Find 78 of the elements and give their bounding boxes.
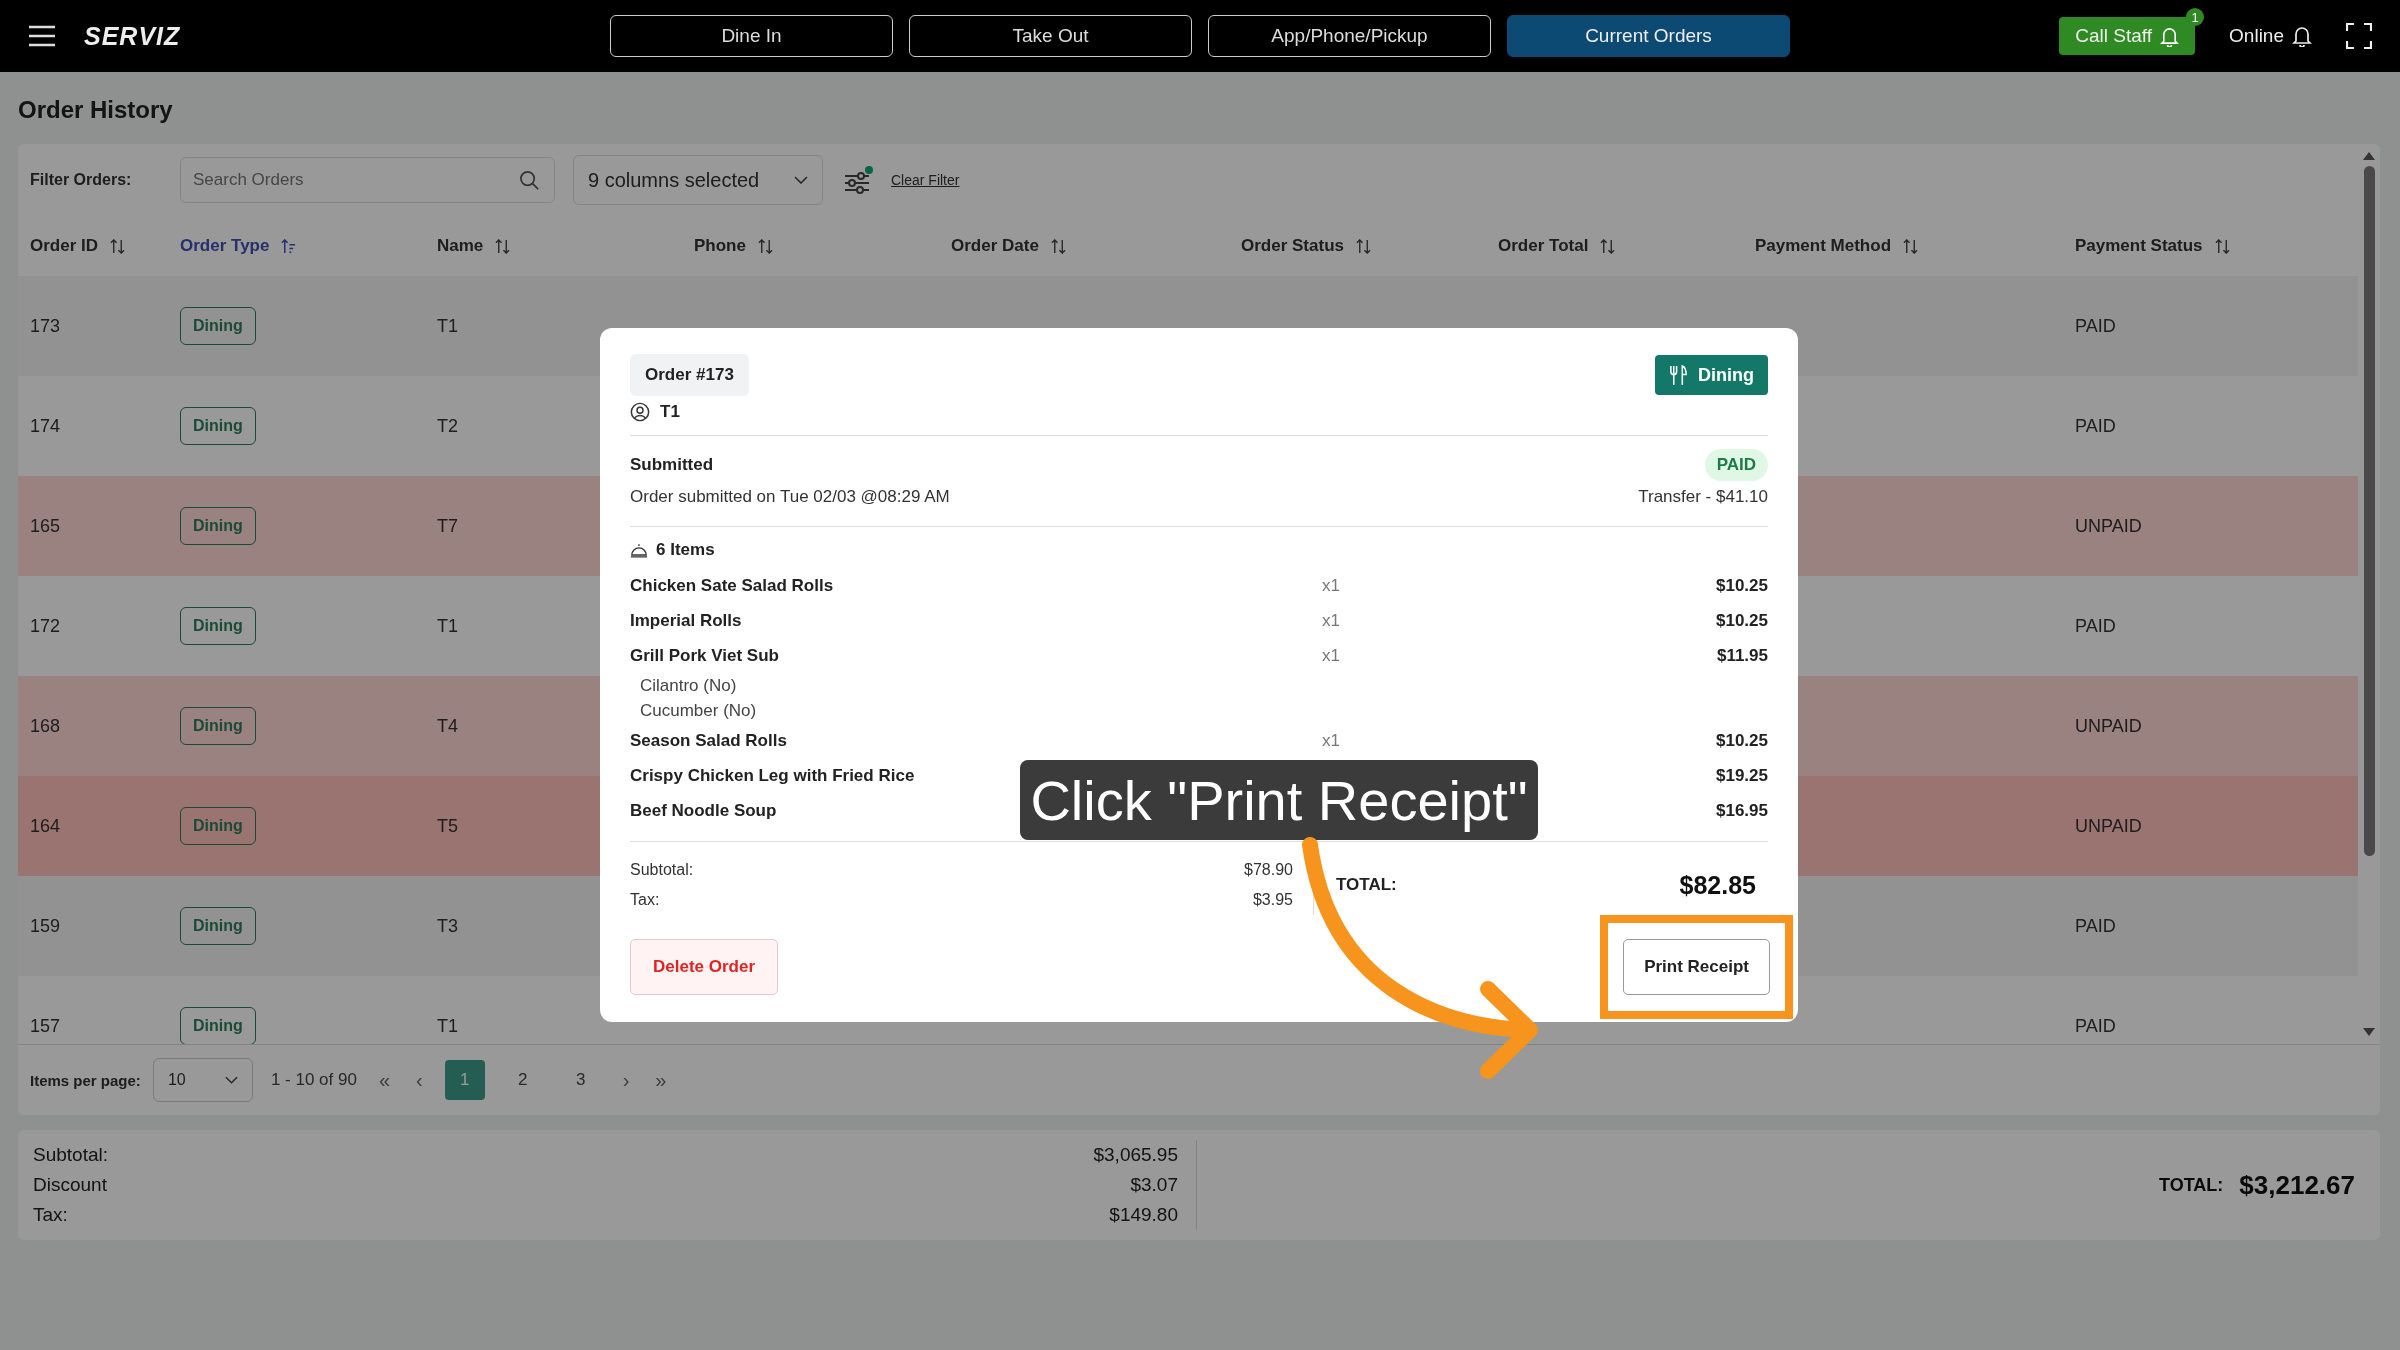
online-status: Online (2229, 25, 2284, 47)
table-cell: 168 (30, 715, 61, 737)
item-price: $10.25 (1716, 611, 1768, 630)
item-quantity: x1 (1322, 611, 1340, 630)
order-type-tag: Dining (180, 607, 256, 645)
table-cell: T3 (437, 915, 458, 937)
table-cell: T4 (437, 715, 458, 737)
order-type-tag: Dining (180, 507, 256, 545)
table-cell: T1 (437, 315, 458, 337)
logo: SERVIZ (84, 21, 181, 51)
table-cell: 172 (30, 615, 61, 637)
order-state: Submitted (630, 454, 714, 476)
table-cell: UNPAID (2075, 815, 2142, 837)
table-cell: PAID (2075, 1015, 2116, 1037)
filter-label: Filter Orders: (30, 171, 133, 189)
notification-badge: 1 (2186, 8, 2205, 26)
instruction-callout: Click "Print Receipt" (1020, 760, 1538, 840)
item-price: $19.25 (1716, 766, 1768, 785)
order-type-tag: Dining (180, 407, 256, 445)
item-price: $11.95 (1716, 646, 1768, 665)
items-per-page-label: Items per page: (30, 1071, 141, 1089)
table-cell: 173 (30, 315, 61, 337)
table-cell: 165 (30, 515, 61, 537)
total-label: TOTAL: (1336, 875, 1397, 895)
subtotal-value: $78.90 (1244, 860, 1293, 880)
table-cell: 159 (30, 915, 61, 937)
table-cell: T1 (437, 1015, 458, 1037)
grand-total-value: $3,212.67 (2239, 1169, 2355, 1201)
item-price: $16.95 (1716, 801, 1768, 820)
table-cell: T1 (437, 615, 458, 637)
page-range: 1 - 10 of 90 (270, 1070, 357, 1090)
table-cell: T5 (437, 815, 458, 837)
total-value: $3,065.95 (1093, 1143, 1178, 1167)
table-cell: 174 (30, 415, 61, 437)
payment-info: Transfer - $41.10 (1638, 486, 1768, 508)
total-label: Discount (33, 1173, 107, 1197)
table-cell: 164 (30, 815, 61, 837)
order-type-tag: Dining (180, 707, 256, 745)
table-cell: PAID (2075, 615, 2116, 637)
item-price: $10.25 (1716, 731, 1768, 750)
page-title: Order History (18, 95, 174, 125)
table-cell: 157 (30, 1015, 61, 1037)
order-type-tag: Dining (180, 307, 256, 345)
table-cell: PAID (2075, 315, 2116, 337)
item-quantity: x1 (1322, 576, 1340, 595)
table-cell: UNPAID (2075, 515, 2142, 537)
table-cell: UNPAID (2075, 715, 2142, 737)
order-number: Order #173 (630, 354, 749, 396)
table-cell: T7 (437, 515, 458, 537)
item-modifier: Cucumber (No) (639, 700, 758, 722)
total-value: $3.07 (1130, 1173, 1178, 1197)
total-value: $82.85 (1679, 870, 1756, 900)
order-type-tag: Dining (180, 907, 256, 945)
grand-total-label: TOTAL: (2159, 1174, 2224, 1196)
item-name: Beef Noodle Soup (630, 801, 777, 820)
customer-name: T1 (660, 402, 680, 422)
total-value: $149.80 (1109, 1203, 1178, 1227)
item-count: 6 Items (656, 540, 715, 560)
payment-status-badge: PAID (1704, 449, 1768, 481)
item-name: Crispy Chicken Leg with Fried Rice (630, 766, 915, 785)
item-quantity: x1 (1322, 731, 1340, 750)
item-modifier: Cilantro (No) (639, 675, 738, 697)
total-label: Tax: (33, 1203, 68, 1227)
total-label: Subtotal: (33, 1143, 108, 1167)
table-cell: PAID (2075, 915, 2116, 937)
item-name: Imperial Rolls (630, 611, 742, 630)
subtotal-label: Subtotal: (630, 860, 694, 880)
tax-value: $3.95 (1252, 890, 1293, 910)
item-name: Season Salad Rolls (630, 731, 787, 750)
submitted-time: Order submitted on Tue 02/03 @08:29 AM (630, 486, 950, 508)
item-name: Chicken Sate Salad Rolls (630, 576, 834, 595)
item-price: $10.25 (1716, 576, 1768, 595)
item-quantity: x1 (1322, 646, 1340, 665)
tax-label: Tax: (630, 890, 660, 910)
table-cell: PAID (2075, 415, 2116, 437)
item-name: Grill Pork Viet Sub (630, 646, 779, 665)
order-type-tag: Dining (180, 807, 256, 845)
table-cell: T2 (437, 415, 458, 437)
